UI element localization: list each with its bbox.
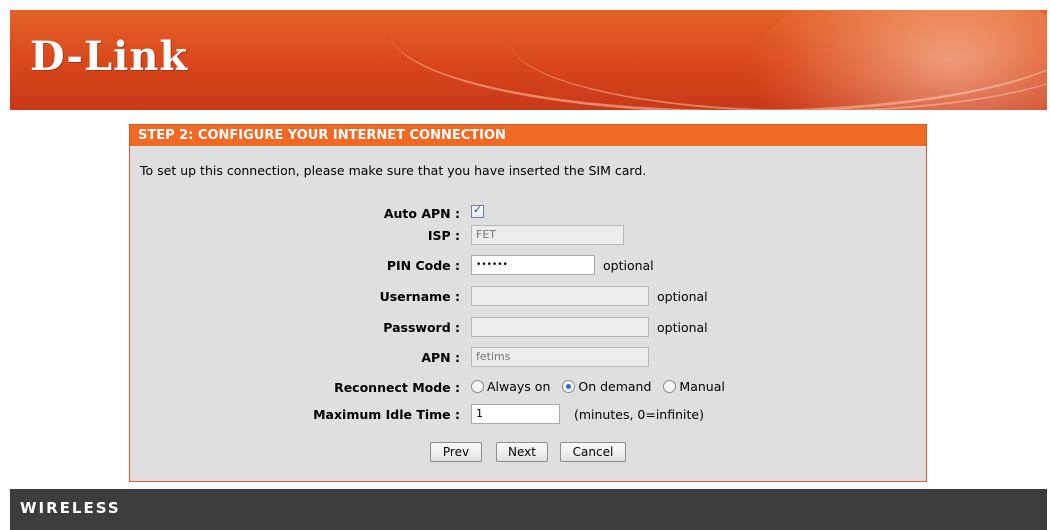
footer-wireless-text: WIRELESS	[20, 499, 121, 517]
wizard-buttons: Prev Next Cancel	[130, 442, 926, 464]
reconnect-manual-label[interactable]: Manual	[679, 379, 724, 394]
prev-button[interactable]: Prev	[430, 442, 482, 462]
max-idle-time-input[interactable]: 1	[471, 404, 560, 424]
username-label: Username :	[379, 289, 460, 304]
pin-code-hint: optional	[602, 257, 654, 273]
reconnect-always-on-radio[interactable]	[471, 380, 484, 393]
next-button[interactable]: Next	[496, 442, 548, 462]
reconnect-on-demand-radio[interactable]	[562, 380, 576, 393]
username-hint: optional	[656, 288, 708, 304]
cancel-button[interactable]: Cancel	[560, 442, 626, 462]
password-row: Password : optional	[130, 317, 926, 339]
setup-wizard-panel: STEP 2: CONFIGURE YOUR INTERNET CONNECTI…	[129, 124, 927, 482]
step-intro-text: To set up this connection, please make s…	[140, 163, 647, 178]
isp-label: ISP :	[427, 228, 460, 243]
footer-bar: WIRELESS	[10, 489, 1047, 530]
max-idle-time-hint: (minutes, 0=infinite)	[573, 406, 704, 422]
pin-code-label: PIN Code :	[386, 258, 460, 273]
max-idle-time-row: Maximum Idle Time : 1 (minutes, 0=infini…	[130, 404, 926, 426]
reconnect-mode-label: Reconnect Mode :	[334, 380, 460, 395]
reconnect-manual-radio[interactable]	[663, 380, 677, 393]
reconnect-always-on-label[interactable]: Always on	[487, 379, 550, 394]
pin-code-row: PIN Code : •••••• optional	[130, 255, 926, 277]
header-glow	[747, 10, 1047, 110]
username-input[interactable]	[471, 286, 649, 306]
pin-code-input[interactable]: ••••••	[471, 255, 595, 275]
username-row: Username : optional	[130, 286, 926, 308]
password-hint: optional	[656, 319, 708, 335]
auto-apn-checkbox[interactable]	[471, 203, 484, 218]
isp-row: ISP : FET	[130, 225, 926, 247]
apn-row: APN : fetims	[130, 347, 926, 369]
isp-input[interactable]: FET	[471, 225, 624, 245]
dlink-logo: D-Link	[30, 33, 189, 80]
reconnect-mode-row: Reconnect Mode : Always on On demand Man…	[130, 377, 926, 399]
apn-label: APN :	[421, 350, 460, 365]
max-idle-time-label: Maximum Idle Time :	[313, 407, 460, 422]
auto-apn-label: Auto APN :	[383, 206, 460, 221]
password-input[interactable]	[471, 317, 649, 337]
password-label: Password :	[383, 320, 460, 335]
apn-input[interactable]: fetims	[471, 347, 649, 367]
reconnect-on-demand-label[interactable]: On demand	[578, 379, 651, 394]
header-banner: D-Link	[10, 10, 1047, 110]
step-title: STEP 2: CONFIGURE YOUR INTERNET CONNECTI…	[130, 125, 926, 146]
auto-apn-row: Auto APN :	[130, 203, 926, 225]
